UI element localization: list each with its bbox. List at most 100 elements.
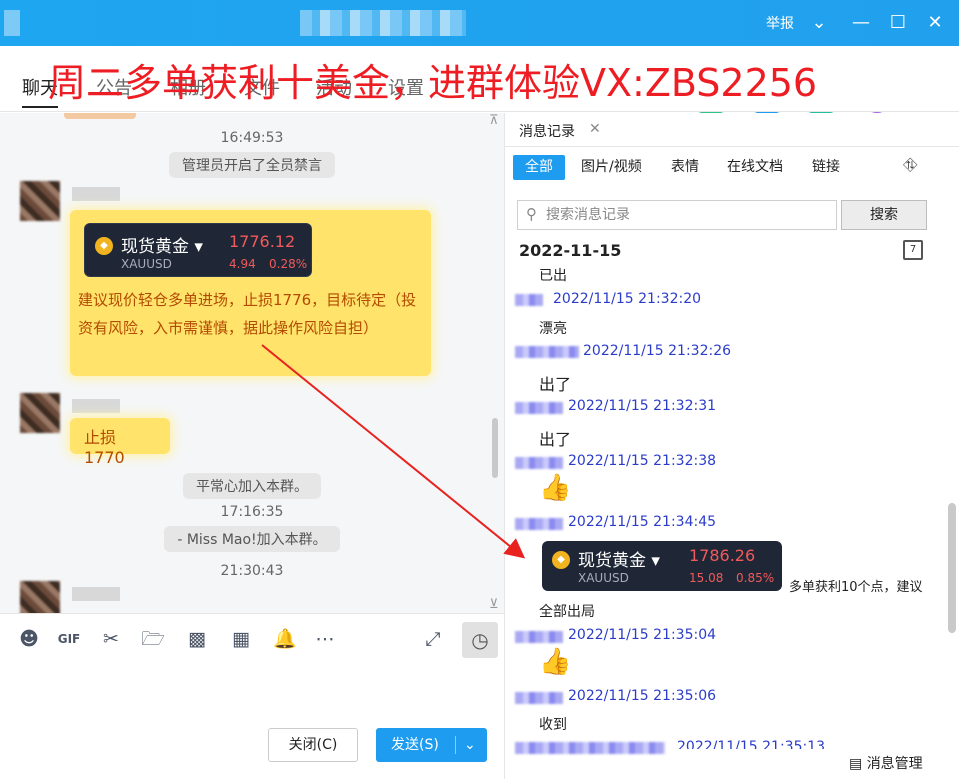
- sender-blurred: [515, 457, 563, 469]
- promo-banner: 周二多单获利十美金，进群体验VX:ZBS2256: [48, 61, 818, 105]
- history-message: 全部出局: [539, 604, 595, 620]
- history-message: 漂亮: [539, 321, 567, 337]
- history-meta: 2022/11/15 21:34:45: [568, 514, 717, 530]
- quote-percent: 0.85%: [736, 571, 775, 585]
- message-time: 17:16:35: [220, 504, 284, 520]
- message-bubble[interactable]: 止损1770: [70, 418, 170, 467]
- advice-text: 建议现价轻仓多单进场，止损1776，目标待定（投资有风险，入市需谨慎，据此操作风…: [78, 291, 417, 337]
- scrollbar[interactable]: [948, 503, 956, 633]
- avatar[interactable]: [20, 581, 60, 613]
- history-message: 出了: [539, 430, 572, 449]
- calendar-icon[interactable]: 7: [903, 240, 923, 260]
- gold-coin-icon: ◆: [552, 551, 570, 569]
- search-button[interactable]: 搜索: [841, 200, 927, 230]
- bell-icon[interactable]: 🔔: [272, 626, 298, 652]
- scrollbar[interactable]: [492, 418, 498, 478]
- scroll-up-icon[interactable]: ⊼: [489, 113, 499, 128]
- input-toolbar: ☻ GIF ✂ 🗁 ▩ ▦ 🔔 ⋯ ⤢ ◷: [0, 613, 504, 663]
- divider: [455, 736, 456, 754]
- divider: [505, 146, 959, 147]
- chat-area[interactable]: ⊼ 16:49:53 管理员开启了全员禁言 ◆ 现货黄金 ▾ XAUUSD 17…: [0, 113, 504, 613]
- send-label: 发送(S): [391, 737, 439, 753]
- stop-loss-text: 止损1770: [84, 428, 125, 467]
- history-tab[interactable]: 消息记录: [519, 121, 575, 141]
- maximize-icon[interactable]: ☐: [885, 10, 911, 36]
- sender-blurred: [515, 518, 563, 530]
- sender-blurred: [515, 402, 563, 414]
- avatar[interactable]: [20, 393, 60, 433]
- sender-name-blurred: [72, 587, 120, 601]
- gold-quote-card[interactable]: ◆ 现货黄金 ▾ XAUUSD 1776.12 4.94 0.28%: [84, 223, 312, 277]
- quote-change: 15.08: [689, 571, 724, 585]
- history-meta: 2022/11/15 21:32:31: [568, 398, 717, 414]
- history-meta: 2022/11/15 21:35:13: [677, 739, 826, 749]
- chevron-down-icon[interactable]: ⌄: [806, 10, 832, 36]
- close-icon[interactable]: ✕: [922, 10, 948, 36]
- quote-name: 现货黄金 ▾: [121, 237, 203, 257]
- emoji-icon[interactable]: ☻: [16, 626, 42, 652]
- gold-coin-icon: ◆: [95, 237, 113, 255]
- sender-name-blurred: [72, 187, 120, 201]
- folder-icon[interactable]: 🗁: [140, 626, 166, 652]
- filter-icon[interactable]: ⛗: [903, 155, 917, 176]
- search-input[interactable]: [546, 204, 826, 226]
- message-time: 21:30:43: [220, 563, 284, 579]
- history-clock-icon[interactable]: ◷: [462, 622, 498, 658]
- history-message: 已出: [539, 268, 567, 284]
- image-icon[interactable]: ▦: [228, 626, 254, 652]
- scissors-icon[interactable]: ✂: [98, 626, 124, 652]
- history-message: 出了: [539, 375, 572, 394]
- history-meta: 2022/11/15 21:32:20: [553, 291, 702, 307]
- quote-change: 4.94: [229, 257, 256, 271]
- sender-name-blurred: [72, 399, 120, 413]
- send-button[interactable]: 发送(S) ⌄: [376, 728, 487, 762]
- close-tab-icon[interactable]: ✕: [589, 121, 601, 137]
- sender-blurred: [515, 346, 579, 358]
- back-icon[interactable]: [4, 10, 20, 36]
- quote-symbol: XAUUSD: [121, 257, 172, 271]
- history-message: 收到: [539, 717, 567, 733]
- filter-all[interactable]: 全部: [513, 155, 565, 180]
- filter-links[interactable]: 链接: [812, 155, 840, 180]
- thumbs-up-icon: 👍: [539, 647, 572, 677]
- title-bar: 举报 ⌄ — ☐ ✕: [0, 0, 959, 46]
- quote-price: 1786.26: [689, 546, 756, 565]
- system-message: - Miss Mao!加入本群。: [164, 526, 340, 552]
- chevron-down-icon[interactable]: ⌄: [464, 728, 476, 762]
- history-meta: 2022/11/15 21:32:26: [583, 343, 732, 359]
- sender-blurred: [515, 742, 665, 754]
- search-icon: ⚲: [526, 205, 537, 223]
- manage-icon: ▤: [849, 756, 863, 772]
- filter-docs[interactable]: 在线文档: [727, 155, 783, 180]
- sender-blurred: [515, 692, 563, 704]
- sender-blurred: [515, 294, 543, 306]
- message-bubble[interactable]: ◆ 现货黄金 ▾ XAUUSD 1776.12 4.94 0.28% 建议现价轻…: [70, 210, 431, 376]
- message-time: 16:49:53: [220, 130, 284, 146]
- scroll-down-icon[interactable]: ⊻: [489, 597, 499, 612]
- filter-media[interactable]: 图片/视频: [581, 155, 642, 180]
- sender-blurred: [515, 631, 563, 643]
- gold-quote-card[interactable]: ◆ 现货黄金 ▾ XAUUSD 1786.26 15.08 0.85%: [542, 541, 782, 591]
- more-icon[interactable]: ⋯: [312, 626, 338, 652]
- quote-price: 1776.12: [229, 232, 296, 251]
- close-button[interactable]: 关闭(C): [268, 728, 358, 762]
- message-history-panel: 消息记录 ✕ 全部 图片/视频 表情 在线文档 链接 ⛗ ⚲ 搜索 2022-1…: [504, 113, 959, 779]
- history-meta: 2022/11/15 21:32:38: [568, 453, 717, 469]
- search-box[interactable]: ⚲: [517, 200, 837, 230]
- report-button[interactable]: 举报: [766, 13, 794, 33]
- doc-icon[interactable]: ▩: [184, 626, 210, 652]
- message-manage-button[interactable]: ▤ 消息管理: [849, 753, 923, 773]
- gif-icon[interactable]: GIF: [56, 626, 82, 652]
- date-heading: 2022-11-15: [519, 241, 622, 260]
- filter-emoji[interactable]: 表情: [671, 155, 699, 180]
- system-message: 平常心加入本群。: [183, 473, 321, 499]
- minimize-icon[interactable]: —: [848, 10, 874, 36]
- quote-percent: 0.28%: [269, 257, 308, 271]
- quote-comment: 多单获利10个点，建议: [789, 580, 923, 595]
- expand-icon[interactable]: ⤢: [420, 626, 446, 652]
- group-title-blurred: [300, 10, 466, 36]
- thumbs-up-icon: 👍: [539, 473, 572, 503]
- avatar[interactable]: [20, 181, 60, 221]
- history-meta: 2022/11/15 21:35:04: [568, 627, 717, 643]
- quote-name: 现货黄金 ▾: [578, 551, 660, 571]
